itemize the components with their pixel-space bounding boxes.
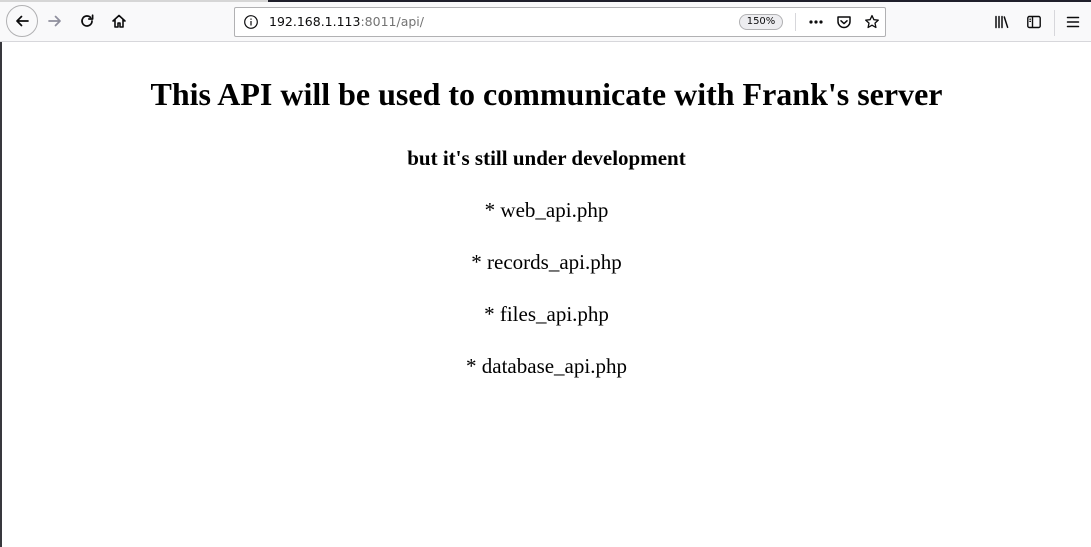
api-endpoint-item: * database_api.php: [466, 354, 627, 378]
address-bar[interactable]: 192.168.1.113:8011/api/ 150%: [234, 7, 886, 37]
pocket-button[interactable]: [833, 11, 855, 33]
bookmark-star-button[interactable]: [861, 11, 883, 33]
page-actions-button[interactable]: [805, 11, 827, 33]
arrow-right-icon: [48, 15, 61, 27]
sidebar-button[interactable]: [1020, 8, 1048, 36]
home-icon: [112, 14, 126, 28]
api-endpoint-item: * files_api.php: [484, 302, 609, 326]
home-button[interactable]: [104, 6, 134, 36]
open-menu-button[interactable]: [1059, 8, 1087, 36]
url-path: :8011/api/: [360, 14, 424, 29]
back-button[interactable]: [6, 5, 38, 37]
library-icon: [995, 15, 1009, 29]
browser-toolbar: 192.168.1.113:8011/api/ 150%: [0, 2, 1091, 42]
more-horizontal-icon: [809, 20, 823, 24]
toolbar-divider: [1054, 10, 1055, 36]
url-host: 192.168.1.113: [269, 14, 361, 29]
url-text[interactable]: 192.168.1.113:8011/api/: [269, 8, 424, 36]
hamburger-menu-icon: [1066, 16, 1080, 28]
star-icon: [865, 14, 879, 29]
sidebar-icon: [1027, 15, 1041, 29]
api-endpoint-item: * records_api.php: [471, 250, 622, 274]
zoom-reset-button[interactable]: 150%: [739, 14, 783, 30]
reload-button[interactable]: [72, 6, 102, 36]
info-icon[interactable]: [243, 14, 259, 30]
api-endpoint-item: * web_api.php: [484, 198, 609, 222]
forward-button[interactable]: [40, 6, 70, 36]
library-button[interactable]: [988, 8, 1016, 36]
arrow-left-icon: [16, 15, 29, 27]
reload-icon: [81, 14, 94, 27]
api-endpoint-list: * web_api.php * records_api.php * files_…: [2, 42, 1091, 547]
page-content: This API will be used to communicate wit…: [2, 42, 1091, 547]
address-bar-divider: [795, 13, 796, 31]
pocket-icon: [837, 16, 851, 29]
